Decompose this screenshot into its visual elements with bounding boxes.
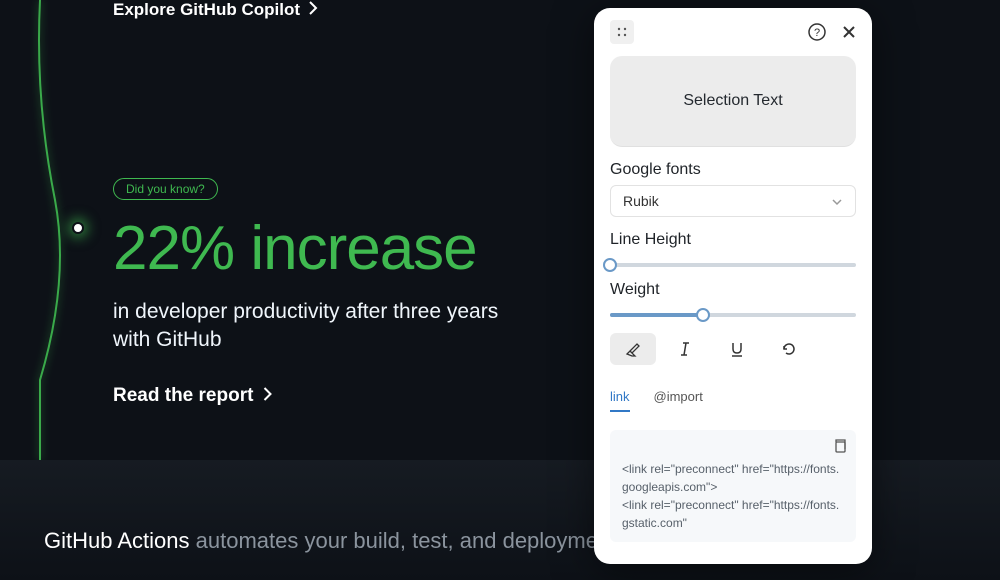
weight-slider[interactable]	[610, 313, 856, 317]
font-tool-panel: ? Selection Text Google fonts Rubik Line…	[594, 8, 872, 564]
did-you-know-pill: Did you know?	[113, 178, 218, 200]
read-report-link[interactable]: Read the report	[113, 385, 573, 407]
google-fonts-label: Google fonts	[610, 161, 856, 179]
explore-link-label: Explore GitHub Copilot	[113, 0, 300, 20]
font-select[interactable]: Rubik	[610, 185, 856, 217]
tab-import[interactable]: @import	[654, 389, 703, 412]
reset-button[interactable]	[766, 333, 812, 365]
slider-thumb[interactable]	[696, 308, 710, 322]
explore-copilot-link[interactable]: Explore GitHub Copilot	[113, 0, 573, 20]
underline-button[interactable]	[714, 333, 760, 365]
headline-stat: 22% increase	[113, 218, 573, 280]
line-height-slider[interactable]	[610, 263, 856, 267]
slider-thumb[interactable]	[603, 258, 617, 272]
timeline-dot	[72, 222, 84, 234]
chevron-right-icon	[308, 0, 318, 20]
drag-handle[interactable]	[610, 20, 634, 44]
copy-icon[interactable]	[832, 438, 848, 459]
code-snippet-text: <link rel="preconnect" href="https://fon…	[622, 440, 844, 532]
help-icon[interactable]: ?	[808, 23, 826, 41]
close-icon[interactable]	[842, 25, 856, 39]
read-report-label: Read the report	[113, 385, 253, 407]
font-selected-value: Rubik	[623, 193, 659, 209]
code-snippet-box: <link rel="preconnect" href="https://fon…	[610, 430, 856, 542]
headline-description: in developer productivity after three ye…	[113, 298, 513, 355]
italic-button[interactable]	[662, 333, 708, 365]
line-height-label: Line Height	[610, 231, 856, 249]
svg-text:?: ?	[814, 27, 820, 39]
chevron-down-icon	[831, 193, 843, 209]
chevron-right-icon	[263, 385, 272, 407]
tab-link[interactable]: link	[610, 389, 630, 412]
weight-label: Weight	[610, 281, 856, 299]
selection-text-preview: Selection Text	[610, 56, 856, 147]
bottom-strong: GitHub Actions	[44, 528, 190, 553]
highlight-button[interactable]	[610, 333, 656, 365]
